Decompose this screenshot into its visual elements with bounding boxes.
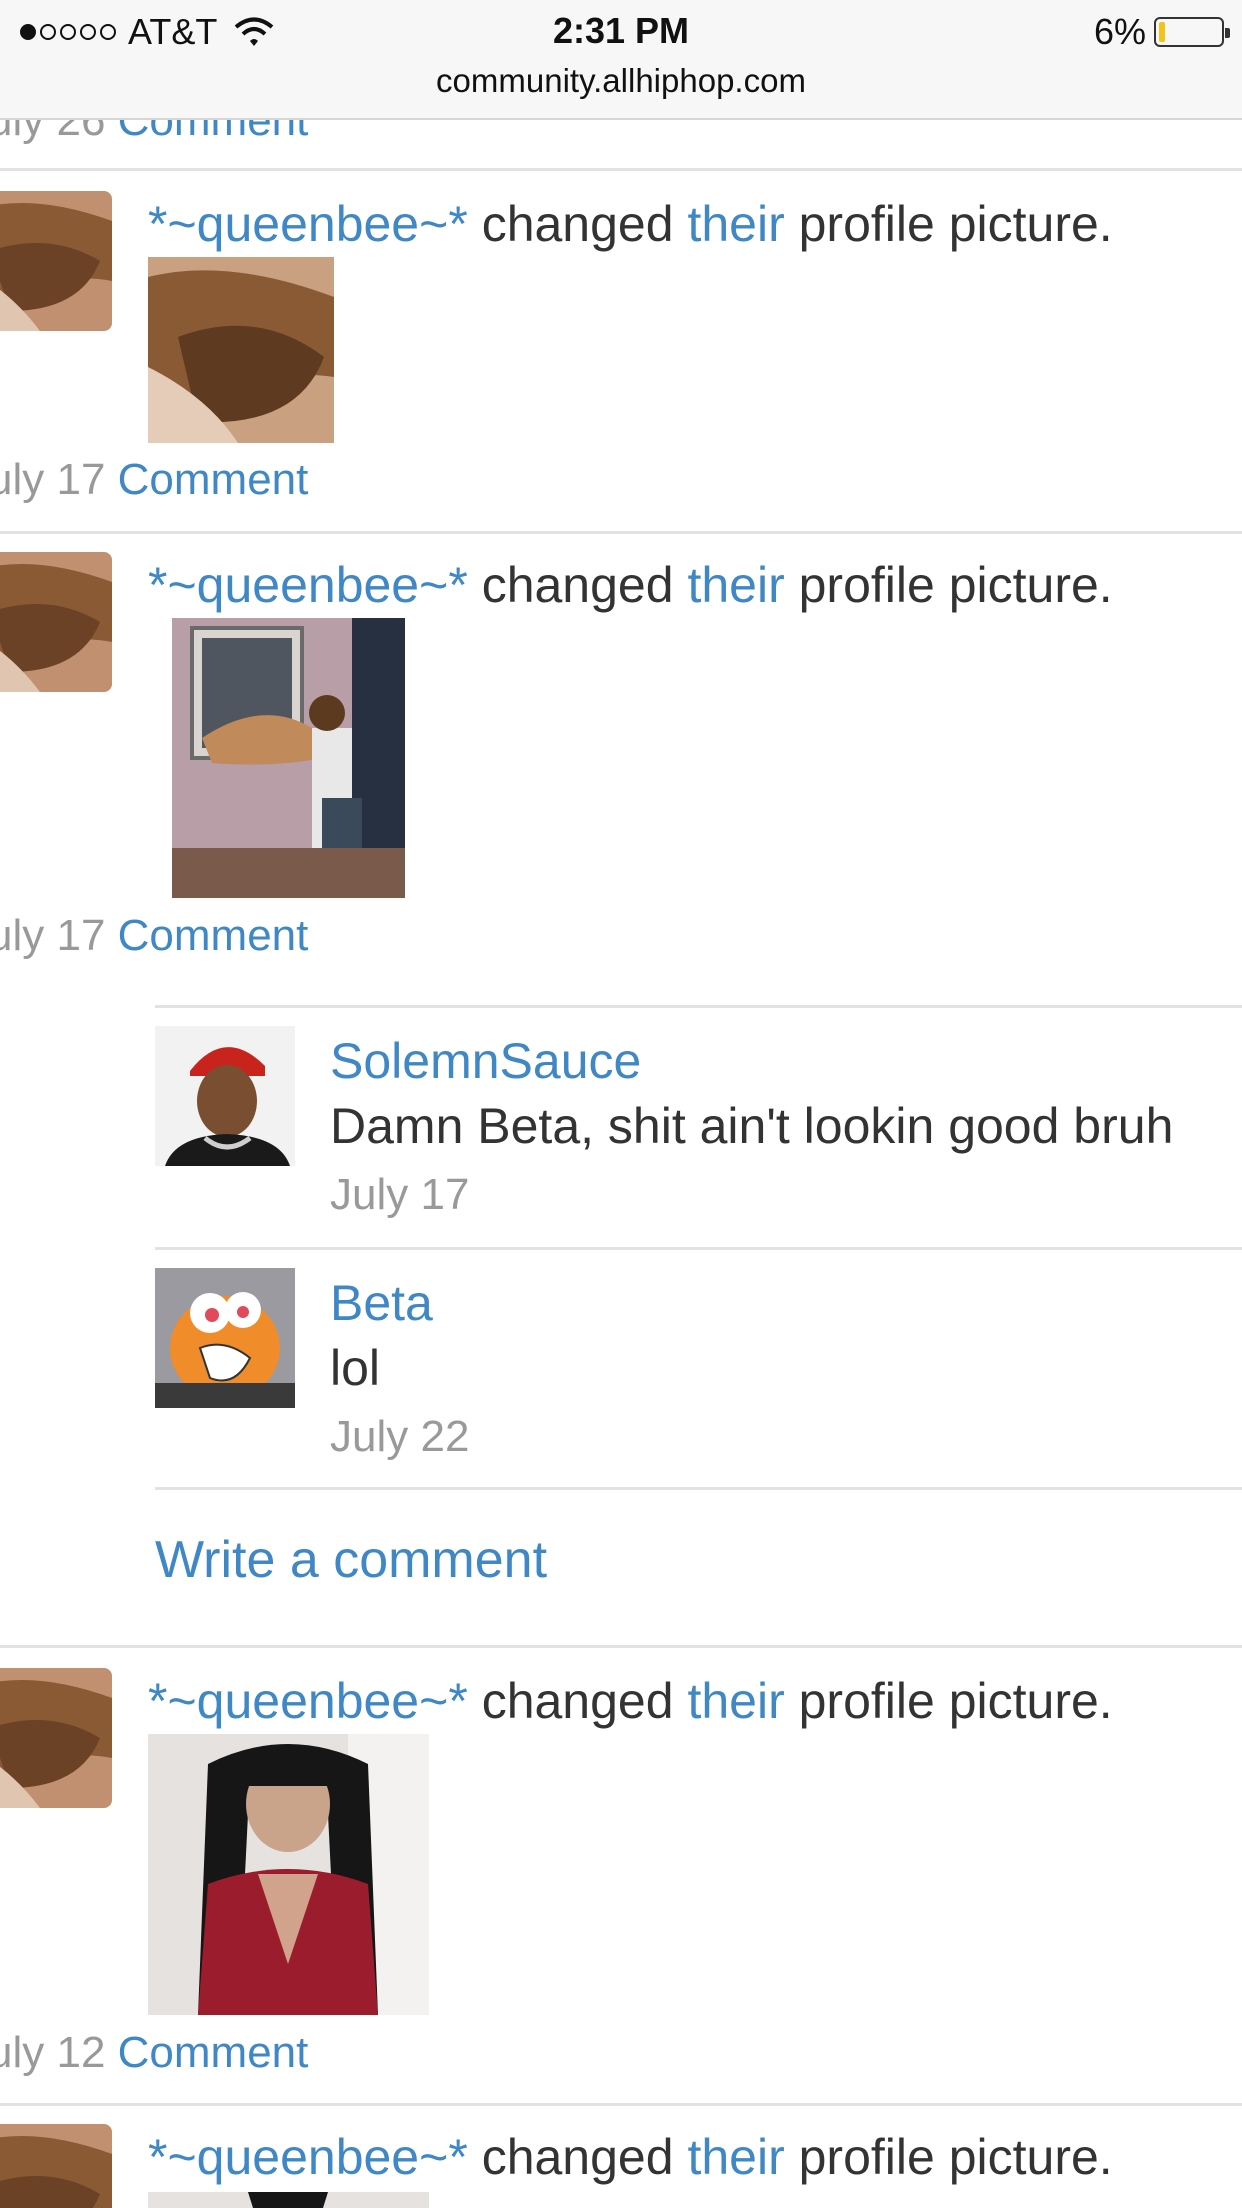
- user-avatar[interactable]: [0, 1668, 112, 1808]
- battery-percent: 6%: [1093, 11, 1146, 52]
- user-link[interactable]: *~queenbee~*: [148, 2129, 468, 2185]
- comment-date: July 22: [330, 1412, 470, 1461]
- comment-link[interactable]: Comment: [118, 911, 309, 960]
- divider: [155, 1487, 1242, 1490]
- activity-text: *~queenbee~* changed their profile pictu…: [148, 196, 1113, 252]
- divider: [0, 1645, 1242, 1648]
- divider: [0, 2103, 1242, 2106]
- pronoun-link[interactable]: their: [687, 2129, 784, 2185]
- divider: [0, 168, 1242, 171]
- comment-author-link[interactable]: Beta: [330, 1274, 433, 1332]
- activity-text: *~queenbee~* changed their profile pictu…: [148, 1673, 1113, 1729]
- thumbnail-image: [172, 618, 405, 898]
- comment-link[interactable]: Comment: [118, 2028, 309, 2077]
- activity-meta: uly 17 Comment: [0, 455, 308, 505]
- thumbnail-image: [148, 1734, 429, 2015]
- comment-date: July 17: [330, 1170, 470, 1219]
- avatar-image: [0, 552, 112, 692]
- comment-text: lol: [330, 1340, 381, 1396]
- avatar-image: [155, 1026, 295, 1166]
- battery-area: 6%: [1093, 11, 1230, 52]
- divider: [155, 1005, 1242, 1008]
- address-bar-url[interactable]: community.allhiphop.com: [0, 62, 1242, 100]
- activity-meta: uly 12 Comment: [0, 2028, 308, 2078]
- profile-picture-thumbnail[interactable]: [172, 618, 405, 898]
- profile-picture-thumbnail[interactable]: [148, 1734, 429, 2015]
- write-comment-link[interactable]: Write a comment: [155, 1530, 547, 1590]
- divider: [0, 531, 1242, 534]
- user-link[interactable]: *~queenbee~*: [148, 196, 468, 252]
- activity-text: *~queenbee~* changed their profile pictu…: [148, 2129, 1113, 2185]
- divider: [155, 1247, 1242, 1250]
- activity-meta: uly 17 Comment: [0, 911, 308, 961]
- user-link[interactable]: *~queenbee~*: [148, 557, 468, 613]
- comment-author-link[interactable]: SolemnSauce: [330, 1032, 641, 1090]
- activity-date: uly 17: [0, 911, 106, 960]
- user-link[interactable]: *~queenbee~*: [148, 1673, 468, 1729]
- thumbnail-image: [148, 257, 334, 443]
- avatar-image: [0, 191, 112, 331]
- activity-date: uly 12: [0, 2028, 106, 2077]
- battery-icon: [1154, 17, 1230, 47]
- pronoun-link[interactable]: their: [687, 557, 784, 613]
- comment-text: Damn Beta, shit ain't lookin good bruh: [330, 1098, 1174, 1154]
- avatar-image: [155, 1268, 295, 1408]
- avatar-image: [0, 1668, 112, 1808]
- comment-link[interactable]: Comment: [118, 455, 309, 504]
- user-avatar[interactable]: [0, 2124, 112, 2208]
- pronoun-link[interactable]: their: [687, 196, 784, 252]
- user-avatar[interactable]: [0, 191, 112, 331]
- page: AT&T 2:31 PM 6% community.allhiphop.com …: [0, 0, 1242, 2208]
- pronoun-link[interactable]: their: [687, 1673, 784, 1729]
- comment-avatar[interactable]: [155, 1026, 295, 1166]
- activity-text: *~queenbee~* changed their profile pictu…: [148, 557, 1113, 613]
- status-bar: AT&T 2:31 PM 6% community.allhiphop.com: [0, 0, 1242, 120]
- thumbnail-image: [148, 2192, 429, 2208]
- profile-picture-thumbnail[interactable]: [148, 2192, 429, 2208]
- comment-avatar[interactable]: [155, 1268, 295, 1408]
- avatar-image: [0, 2124, 112, 2208]
- activity-date: uly 17: [0, 455, 106, 504]
- user-avatar[interactable]: [0, 552, 112, 692]
- status-time: 2:31 PM: [552, 10, 690, 51]
- profile-picture-thumbnail[interactable]: [148, 257, 334, 443]
